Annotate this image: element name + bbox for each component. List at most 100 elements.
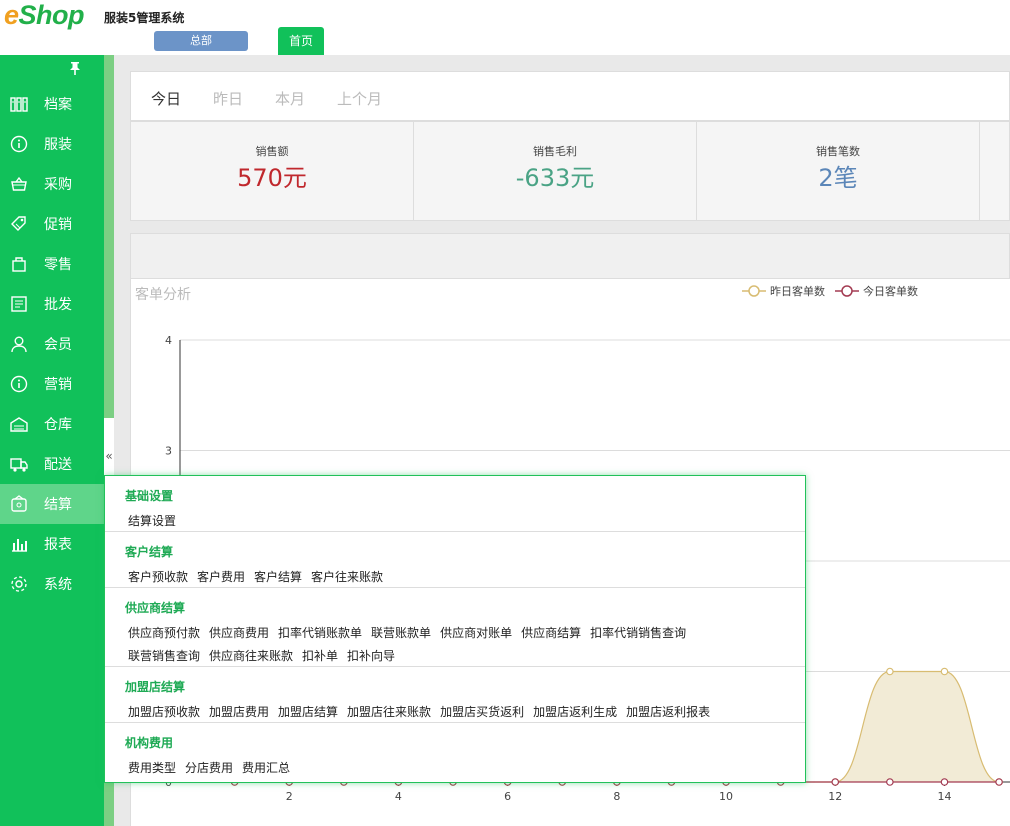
- stat-value: 570元: [237, 164, 307, 192]
- sidebar-item-label: 仓库: [44, 417, 72, 433]
- menu-section-customer-settlement: 客户结算 客户预收款 客户费用 客户结算 客户往来账款: [105, 532, 805, 588]
- eshop-logo: eShop: [4, 0, 85, 30]
- chart-title: 客单分析: [135, 287, 191, 303]
- legend-label: 昨日客单数: [770, 285, 825, 298]
- x-tick-label: 14: [937, 790, 951, 803]
- data-point: [940, 778, 949, 786]
- x-tick-label: 4: [395, 790, 402, 803]
- menu-item[interactable]: 扣率代销销售查询: [590, 626, 686, 640]
- menu-item[interactable]: 供应商结算: [521, 626, 581, 640]
- menu-section-title: 客户结算: [125, 545, 174, 559]
- tab-today[interactable]: 今日: [151, 88, 181, 109]
- wallet-icon: [9, 494, 29, 514]
- y-tick-label: 4: [165, 334, 172, 347]
- date-range-tabs: 今日 昨日 本月 上个月: [130, 71, 1010, 121]
- menu-item[interactable]: 加盟店预收款: [128, 705, 200, 719]
- menu-item[interactable]: 客户结算: [254, 570, 302, 584]
- menu-item[interactable]: 联营账款单: [371, 626, 431, 640]
- sidebar-item-retail[interactable]: 零售: [0, 244, 104, 284]
- menu-item[interactable]: 客户费用: [197, 570, 245, 584]
- user-icon: [9, 334, 29, 354]
- sidebar-item-warehouse[interactable]: 仓库: [0, 404, 104, 444]
- menu-item[interactable]: 扣率代销账款单: [278, 626, 362, 640]
- menu-item[interactable]: 费用汇总: [242, 761, 290, 775]
- sidebar-item-label: 系统: [44, 577, 72, 593]
- menu-section-supplier-settlement: 供应商结算 供应商预付款 供应商费用 扣率代销账款单 联营账款单 供应商对账单 供应商结算扣…: [105, 588, 805, 667]
- menu-item[interactable]: 扣补向导: [347, 649, 395, 663]
- menu-item[interactable]: 供应商预付款: [128, 626, 200, 640]
- chart-legend: 昨日客单数 今日客单数: [742, 283, 928, 299]
- sidebar-item-label: 零售: [44, 257, 72, 273]
- legend-marker-today: [835, 285, 859, 297]
- stat-label: 销售毛利: [533, 145, 577, 158]
- menu-section-title: 供应商结算: [125, 601, 186, 615]
- menu-section-basic-settings: 基础设置 结算设置: [105, 476, 805, 532]
- sidebar-item-wholesale[interactable]: 批发: [0, 284, 104, 324]
- stat-label: 销售额: [255, 145, 289, 158]
- x-tick-label: 6: [504, 790, 511, 803]
- legend-marker-yesterday: [742, 285, 766, 297]
- menu-item[interactable]: 客户预收款: [128, 570, 188, 584]
- pin-icon[interactable]: [68, 61, 82, 75]
- menu-item[interactable]: 加盟店买货返利: [440, 705, 524, 719]
- menu-item[interactable]: 扣补单: [302, 649, 338, 663]
- legend-item-today[interactable]: 今日客单数: [835, 283, 918, 299]
- menu-item[interactable]: 供应商往来账款: [209, 649, 293, 663]
- settlement-menu: 基础设置 结算设置 客户结算 客户预收款 客户费用 客户结算 客户往来账款 供应商结算 供应商预…: [104, 475, 806, 783]
- menu-item[interactable]: 加盟店结算: [278, 705, 338, 719]
- tab-yesterday[interactable]: 昨日: [213, 88, 243, 109]
- menu-item[interactable]: 加盟店费用: [209, 705, 269, 719]
- menu-item[interactable]: 供应商费用: [209, 626, 269, 640]
- sidebar-item-archives[interactable]: 档案: [0, 84, 104, 124]
- sidebar-item-promotion[interactable]: 促销: [0, 204, 104, 244]
- menu-item[interactable]: 加盟店返利生成: [533, 705, 617, 719]
- org-selector-button[interactable]: 总部: [154, 31, 248, 51]
- x-tick-label: 2: [286, 790, 293, 803]
- menu-item[interactable]: 加盟店往来账款: [347, 705, 431, 719]
- sidebar: 档案 服装 采购 促销零售批发会员 营销仓库配送 结算 报表系统: [0, 55, 104, 826]
- sidebar-item-marketing[interactable]: 营销: [0, 364, 104, 404]
- tab-home[interactable]: 首页: [278, 27, 324, 55]
- menu-section-franchise-settlement: 加盟店结算 加盟店预收款 加盟店费用 加盟店结算 加盟店往来账款 加盟店买货返利 加盟店返利…: [105, 667, 805, 723]
- stat-value: -633元: [515, 164, 595, 192]
- warehouse-icon: [9, 414, 29, 434]
- x-tick-label: 12: [828, 790, 842, 803]
- legend-label: 今日客单数: [863, 285, 918, 298]
- sidebar-item-settlement[interactable]: 结算: [0, 484, 104, 524]
- chart-toolbar: [130, 233, 1010, 279]
- menu-section-org-expenses: 机构费用费用类型 分店费用 费用汇总: [105, 723, 805, 783]
- sidebar-item-reports[interactable]: 报表: [0, 524, 104, 564]
- sidebar-item-purchase[interactable]: 采购: [0, 164, 104, 204]
- menu-item[interactable]: 费用类型: [128, 761, 176, 775]
- app-header: eShop 服装5管理系统 总部 首页: [0, 0, 1010, 55]
- stat-gross-profit: 销售毛利 -633元: [414, 122, 697, 220]
- menu-section-title: 机构费用: [125, 736, 174, 750]
- tag-icon: [9, 214, 29, 234]
- data-point: [886, 778, 894, 786]
- menu-item[interactable]: 联营销售查询: [128, 649, 200, 663]
- data-point: [940, 667, 949, 676]
- stat-label: 销售笔数: [816, 145, 860, 158]
- x-tick-label: 10: [719, 790, 733, 803]
- tab-this-month[interactable]: 本月: [275, 88, 305, 109]
- bar-chart-icon: [9, 534, 29, 554]
- info-icon: [9, 134, 29, 154]
- sidebar-item-label: 批发: [44, 297, 72, 313]
- menu-line: 费用类型 分店费用 费用汇总: [128, 759, 299, 776]
- y-tick-label: 3: [165, 445, 172, 458]
- sidebar-item-delivery[interactable]: 配送: [0, 444, 104, 484]
- menu-item[interactable]: 供应商对账单: [440, 626, 512, 640]
- x-tick-label: 8: [613, 790, 620, 803]
- menu-item[interactable]: 分店费用: [185, 761, 233, 775]
- menu-item[interactable]: 加盟店返利报表: [626, 705, 710, 719]
- sidebar-item-system[interactable]: 系统: [0, 564, 104, 604]
- menu-item[interactable]: 结算设置: [128, 514, 176, 528]
- data-point: [886, 667, 894, 676]
- sidebar-item-member[interactable]: 会员: [0, 324, 104, 364]
- legend-item-yesterday[interactable]: 昨日客单数: [742, 283, 825, 299]
- tab-last-month[interactable]: 上个月: [337, 88, 382, 109]
- gear-icon: [9, 574, 29, 594]
- menu-item[interactable]: 客户往来账款: [311, 570, 383, 584]
- sidebar-item-apparel[interactable]: 服装: [0, 124, 104, 164]
- data-point: [995, 778, 1003, 786]
